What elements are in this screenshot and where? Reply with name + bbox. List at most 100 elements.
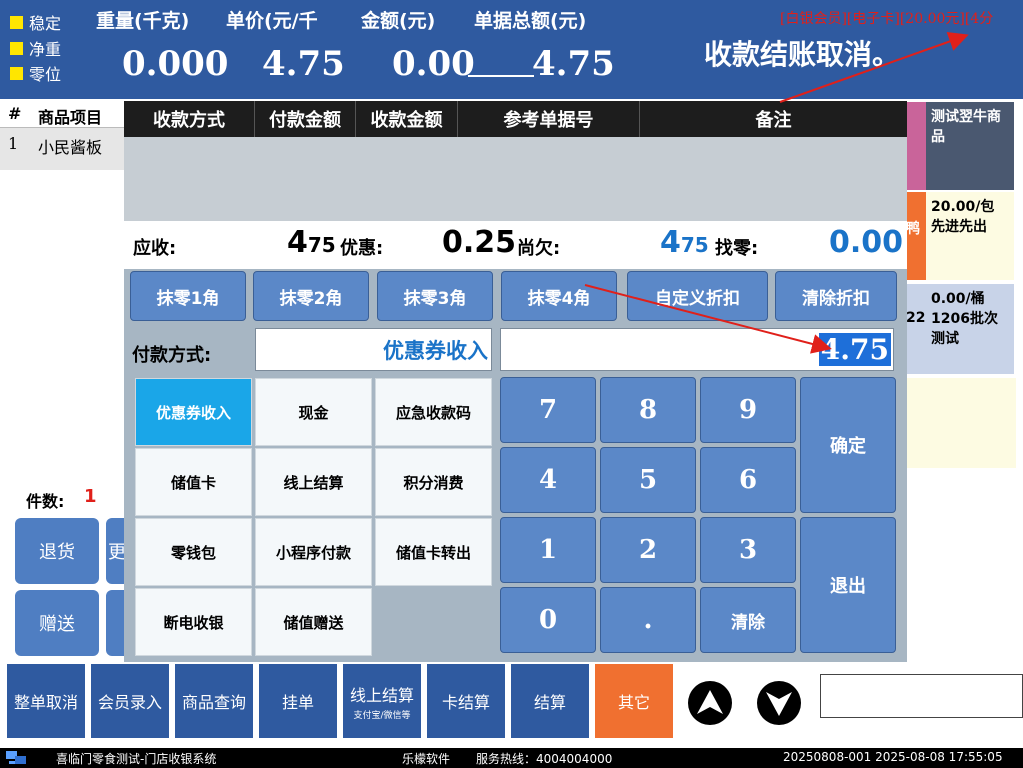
network-icon: [6, 751, 26, 764]
order-datetime: 20250808-001 2025-08-08 17:55:05: [783, 750, 1003, 764]
key-4[interactable]: 4: [500, 447, 596, 513]
weight-value: 0.000: [122, 44, 229, 84]
online-settle-button[interactable]: 线上结算 支付宝/微信等: [342, 663, 422, 739]
key-dot[interactable]: .: [600, 587, 696, 653]
col-pay-method: 收款方式: [124, 101, 255, 137]
product-tile-peek[interactable]: 鸭: [906, 192, 926, 280]
owed-label: 尚欠:: [517, 238, 561, 259]
pay-stored-card-out-button[interactable]: 储值卡转出: [375, 518, 492, 586]
pay-coupon-button[interactable]: 优惠券收入: [135, 378, 252, 446]
key-1[interactable]: 1: [500, 517, 596, 583]
weight-label: 重量(千克): [96, 10, 190, 32]
status-message: 收款结账取消。: [704, 38, 901, 71]
pay-offline-button[interactable]: 断电收银: [135, 588, 252, 656]
col-reference-no: 参考单据号: [458, 101, 640, 137]
header-bar: 稳定 净重 零位 重量(千克) 单价(元/千 金额(元) 单据总额(元) 0.0…: [0, 0, 1023, 99]
key-8[interactable]: 8: [600, 377, 696, 443]
status-indicator-icon: [10, 15, 23, 29]
barcode-input[interactable]: [820, 674, 1023, 718]
member-info: [白银会员][电子卡][20.00元][4分: [780, 11, 994, 27]
product-tile-empty[interactable]: [906, 378, 1016, 468]
key-2[interactable]: 2: [600, 517, 696, 583]
pay-emergency-qr-button[interactable]: 应急收款码: [375, 378, 492, 446]
status-net: 净重: [10, 36, 61, 60]
pay-stored-gift-button[interactable]: 储值赠送: [255, 588, 372, 656]
round-off-2-button[interactable]: 抹零2角: [253, 271, 369, 321]
row-index: 1: [8, 134, 19, 153]
arrow-down-icon: [766, 692, 792, 716]
product-tile-peek[interactable]: 22: [906, 284, 926, 374]
pay-method-label: 付款方式:: [132, 345, 212, 366]
product-tile-peek[interactable]: [906, 102, 926, 190]
receivable-value: 475: [287, 225, 336, 260]
other-button[interactable]: 其它: [594, 663, 674, 739]
unit-price-value: 4.75: [262, 44, 345, 84]
return-button[interactable]: 退货: [15, 518, 99, 584]
key-5[interactable]: 5: [600, 447, 696, 513]
scroll-down-button[interactable]: [757, 681, 801, 725]
hold-order-button[interactable]: 挂单: [258, 663, 338, 739]
status-bar: 喜临门零食测试-门店收银系统 乐檬软件 服务热线：4004004000 2025…: [0, 748, 1023, 768]
status-stable: 稳定: [10, 10, 61, 34]
key-3[interactable]: 3: [700, 517, 796, 583]
item-count-label: 件数:: [26, 492, 65, 511]
clear-discount-button[interactable]: 清除折扣: [775, 271, 897, 321]
status-zero: 零位: [10, 61, 61, 85]
cancel-order-button[interactable]: 整单取消: [6, 663, 86, 739]
key-6[interactable]: 6: [700, 447, 796, 513]
strike-line: [468, 75, 534, 77]
discount-label: 优惠:: [340, 238, 384, 259]
clear-key[interactable]: 清除: [700, 587, 796, 653]
custom-discount-button[interactable]: 自定义折扣: [627, 271, 768, 321]
key-9[interactable]: 9: [700, 377, 796, 443]
amount-input[interactable]: 4.75: [500, 328, 894, 371]
product-tile[interactable]: 0.00/桶 1206批次测试: [926, 284, 1014, 374]
product-query-button[interactable]: 商品查询: [174, 663, 254, 739]
table-row[interactable]: 1 小民酱板: [0, 128, 124, 170]
more-button[interactable]: 更: [106, 518, 124, 584]
receivable-label: 应收:: [133, 238, 177, 259]
company-name: 乐檬软件: [402, 752, 451, 766]
gift-button[interactable]: 赠送: [15, 590, 99, 656]
pay-stored-card-button[interactable]: 储值卡: [135, 448, 252, 516]
hotline: 服务热线：4004004000: [476, 752, 613, 766]
round-off-1-button[interactable]: 抹零1角: [130, 271, 246, 321]
col-remark: 备注: [755, 110, 792, 131]
payment-summary: 应收: 475 优惠: 0.25 尚欠: 475 找零: 0.00: [124, 221, 907, 269]
exit-button[interactable]: 退出: [800, 517, 896, 653]
owed-value: 475: [660, 225, 709, 260]
pay-miniapp-button[interactable]: 小程序付款: [255, 518, 372, 586]
product-tile[interactable]: 20.00/包 先进先出: [926, 192, 1014, 280]
amount-label: 金额(元): [361, 10, 436, 32]
pay-cash-button[interactable]: 现金: [255, 378, 372, 446]
pay-online-button[interactable]: 线上结算: [255, 448, 372, 516]
side-button-peek[interactable]: [106, 590, 124, 656]
item-count-value: 1: [84, 486, 97, 507]
product-tile[interactable]: 测试翌牛商品: [926, 102, 1014, 190]
change-label: 找零:: [715, 238, 759, 259]
key-0[interactable]: 0: [500, 587, 596, 653]
col-pay-amount: 付款金额: [255, 101, 356, 137]
total-label: 单据总额(元): [474, 10, 587, 32]
payments-table-body[interactable]: [124, 137, 907, 221]
pay-wallet-button[interactable]: 零钱包: [135, 518, 252, 586]
round-off-3-button[interactable]: 抹零3角: [377, 271, 493, 321]
col-index: #: [8, 104, 22, 123]
amount-value: 0.00: [392, 44, 475, 84]
col-received-amount: 收款金额: [356, 101, 458, 137]
confirm-button[interactable]: 确定: [800, 377, 896, 513]
discount-value: 0.25: [442, 225, 517, 260]
settle-button[interactable]: 结算: [510, 663, 590, 739]
pay-method-field[interactable]: 优惠券收入: [255, 328, 492, 371]
member-entry-button[interactable]: 会员录入: [90, 663, 170, 739]
pay-points-button[interactable]: 积分消费: [375, 448, 492, 516]
col-item: 商品项目: [38, 108, 103, 127]
unit-price-label: 单价(元/千: [226, 10, 318, 32]
total-value: 4.75: [532, 44, 615, 84]
round-off-4-button[interactable]: 抹零4角: [501, 271, 617, 321]
key-7[interactable]: 7: [500, 377, 596, 443]
app-title: 喜临门零食测试-门店收银系统: [56, 752, 217, 766]
change-value: 0.00: [829, 225, 904, 260]
scroll-up-button[interactable]: [688, 681, 732, 725]
card-settle-button[interactable]: 卡结算: [426, 663, 506, 739]
